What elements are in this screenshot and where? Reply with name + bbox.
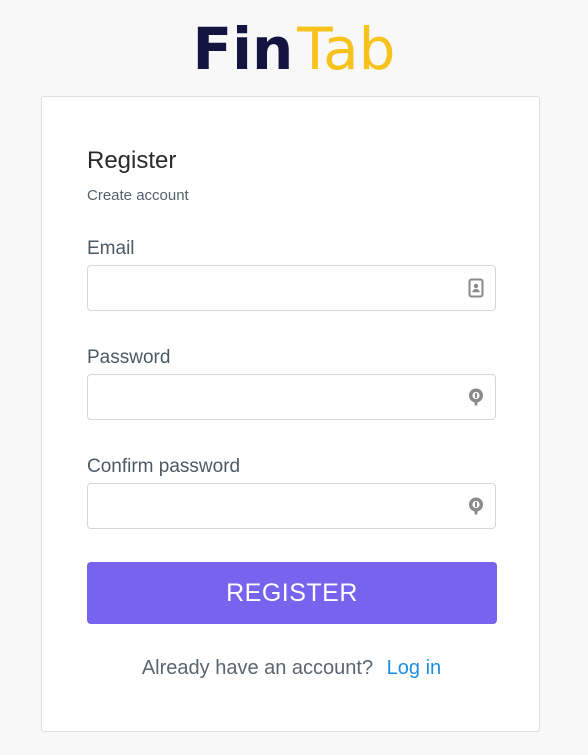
contact-card-icon	[466, 278, 486, 298]
email-field-wrapper	[87, 265, 496, 311]
login-link[interactable]: Log in	[387, 657, 442, 679]
fintab-logo: Fin Tab	[0, 18, 588, 78]
confirm-password-label: Confirm password	[87, 456, 241, 477]
logo-tab-text: Tab	[297, 15, 396, 83]
login-prompt-text: Already have an account?	[141, 657, 374, 679]
email-label: Email	[87, 238, 135, 259]
key-icon	[466, 387, 486, 407]
login-prompt-line: Already have an account? Log in	[42, 657, 541, 680]
confirm-password-field-wrapper	[87, 483, 496, 529]
page-subtitle: Create account	[87, 187, 189, 204]
register-button[interactable]: REGISTER	[87, 562, 497, 624]
confirm-password-field[interactable]	[88, 484, 448, 528]
password-field-wrapper	[87, 374, 496, 420]
logo-fin-text: Fin	[192, 15, 294, 83]
password-field[interactable]	[88, 375, 448, 419]
key-icon	[466, 496, 486, 516]
password-label: Password	[87, 347, 171, 368]
page-title: Register	[87, 147, 177, 174]
email-field[interactable]	[88, 266, 448, 310]
register-card: Register Create account Email Password C…	[41, 96, 540, 732]
